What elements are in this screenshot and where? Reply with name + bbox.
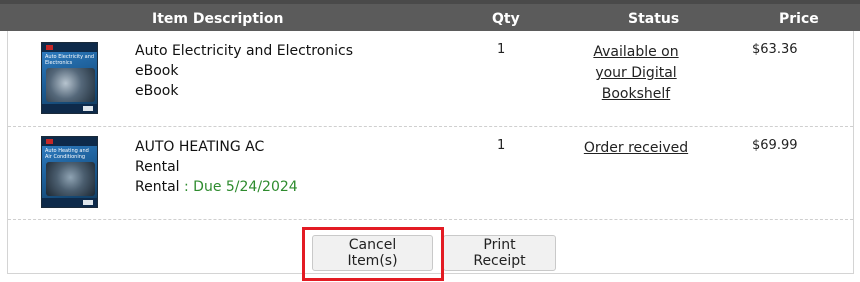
item-type: Rental: [135, 179, 180, 195]
item-description: AUTO HEATING AC Rental Rental : Due 5/24…: [135, 137, 298, 197]
item-type: eBook: [135, 83, 179, 99]
item-title: Auto Electricity and Electronics: [135, 43, 354, 59]
item-qty: 1: [497, 42, 506, 57]
item-rental-line: Rental : Due 5/24/2024: [135, 177, 298, 197]
header-price: Price: [779, 11, 819, 27]
item-qty: 1: [497, 138, 506, 153]
item-price: $69.99: [752, 138, 798, 153]
item-title: AUTO HEATING AC: [135, 139, 265, 155]
status-line[interactable]: your Digital: [576, 63, 696, 84]
status-link[interactable]: Available on your Digital Bookshelf: [576, 42, 696, 105]
status-line[interactable]: Bookshelf: [576, 84, 696, 105]
cover-title: Auto Heating and Air Conditioning: [45, 148, 89, 160]
header-item-description: Item Description: [152, 11, 284, 27]
table-row: Auto Electricity and Electronics Auto El…: [8, 31, 853, 126]
print-receipt-button[interactable]: Print Receipt: [443, 235, 556, 271]
cover-title: Auto Electricity and Electronics: [45, 54, 95, 66]
due-separator: :: [179, 179, 194, 195]
status-line[interactable]: Available on: [576, 42, 696, 63]
item-description: Auto Electricity and Electronics eBook e…: [135, 41, 353, 101]
book-cover-icon: Auto Heating and Air Conditioning: [41, 136, 98, 208]
header-status: Status: [628, 11, 680, 27]
table-row: Auto Heating and Air Conditioning AUTO H…: [8, 126, 853, 221]
header-qty: Qty: [492, 11, 520, 27]
book-cover-icon: Auto Electricity and Electronics: [41, 42, 98, 114]
row-divider: [8, 219, 853, 220]
item-format: eBook: [135, 63, 179, 79]
cancel-items-button[interactable]: Cancel Item(s): [312, 235, 433, 271]
item-price: $63.36: [752, 42, 798, 57]
order-items-panel: Auto Electricity and Electronics Auto El…: [7, 31, 854, 281]
item-format: Rental: [135, 159, 180, 175]
due-date: Due 5/24/2024: [193, 179, 298, 195]
status-link[interactable]: Order received: [576, 138, 696, 159]
table-header: Item Description Qty Status Price: [0, 4, 860, 31]
